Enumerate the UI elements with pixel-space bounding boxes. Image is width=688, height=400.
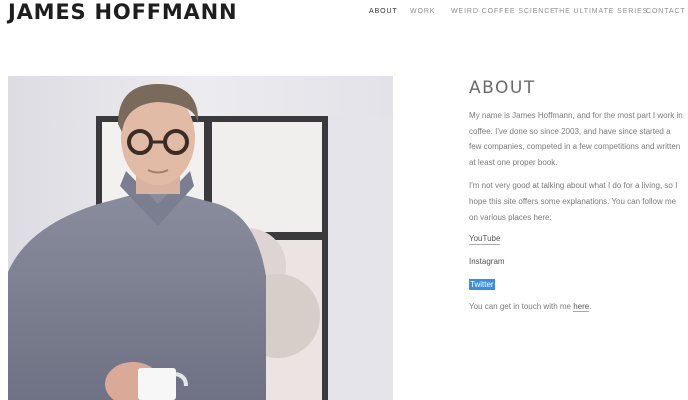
- nav-work[interactable]: WORK: [410, 7, 435, 17]
- nav-the-ultimate-series[interactable]: THE ULTIMATE SERIES: [554, 7, 648, 17]
- contact-suffix: .: [589, 302, 592, 312]
- about-section: ABOUT My name is James Hoffmann, and for…: [469, 78, 684, 313]
- instagram-link[interactable]: Instagram: [469, 257, 505, 267]
- nav-weird-coffee-science[interactable]: WEIRD COFFEE SCIENCE: [451, 7, 556, 17]
- portrait-photo: [8, 76, 393, 400]
- about-paragraph-2: I'm not very good at talking about what …: [469, 181, 678, 222]
- instagram-link-row: Instagram: [469, 256, 684, 268]
- nav-about[interactable]: ABOUT: [369, 7, 398, 17]
- contact-here-link[interactable]: here: [573, 302, 590, 313]
- twitter-link[interactable]: Twitter: [469, 279, 495, 291]
- twitter-link-row: Twitter: [469, 279, 684, 291]
- youtube-link-row: YouTube: [469, 233, 684, 246]
- nav-contact[interactable]: CONTACT: [646, 7, 686, 17]
- contact-prefix: You can get in touch with me: [469, 302, 571, 312]
- portrait-illustration: [8, 76, 393, 400]
- main-nav: ABOUT WORK WEIRD COFFEE SCIENCE THE ULTI…: [0, 7, 688, 19]
- about-heading: ABOUT: [469, 78, 536, 98]
- about-paragraph-1: My name is James Hoffmann, and for the m…: [469, 111, 683, 167]
- contact-line: You can get in touch with me here.: [469, 302, 684, 313]
- youtube-link[interactable]: YouTube: [469, 234, 501, 246]
